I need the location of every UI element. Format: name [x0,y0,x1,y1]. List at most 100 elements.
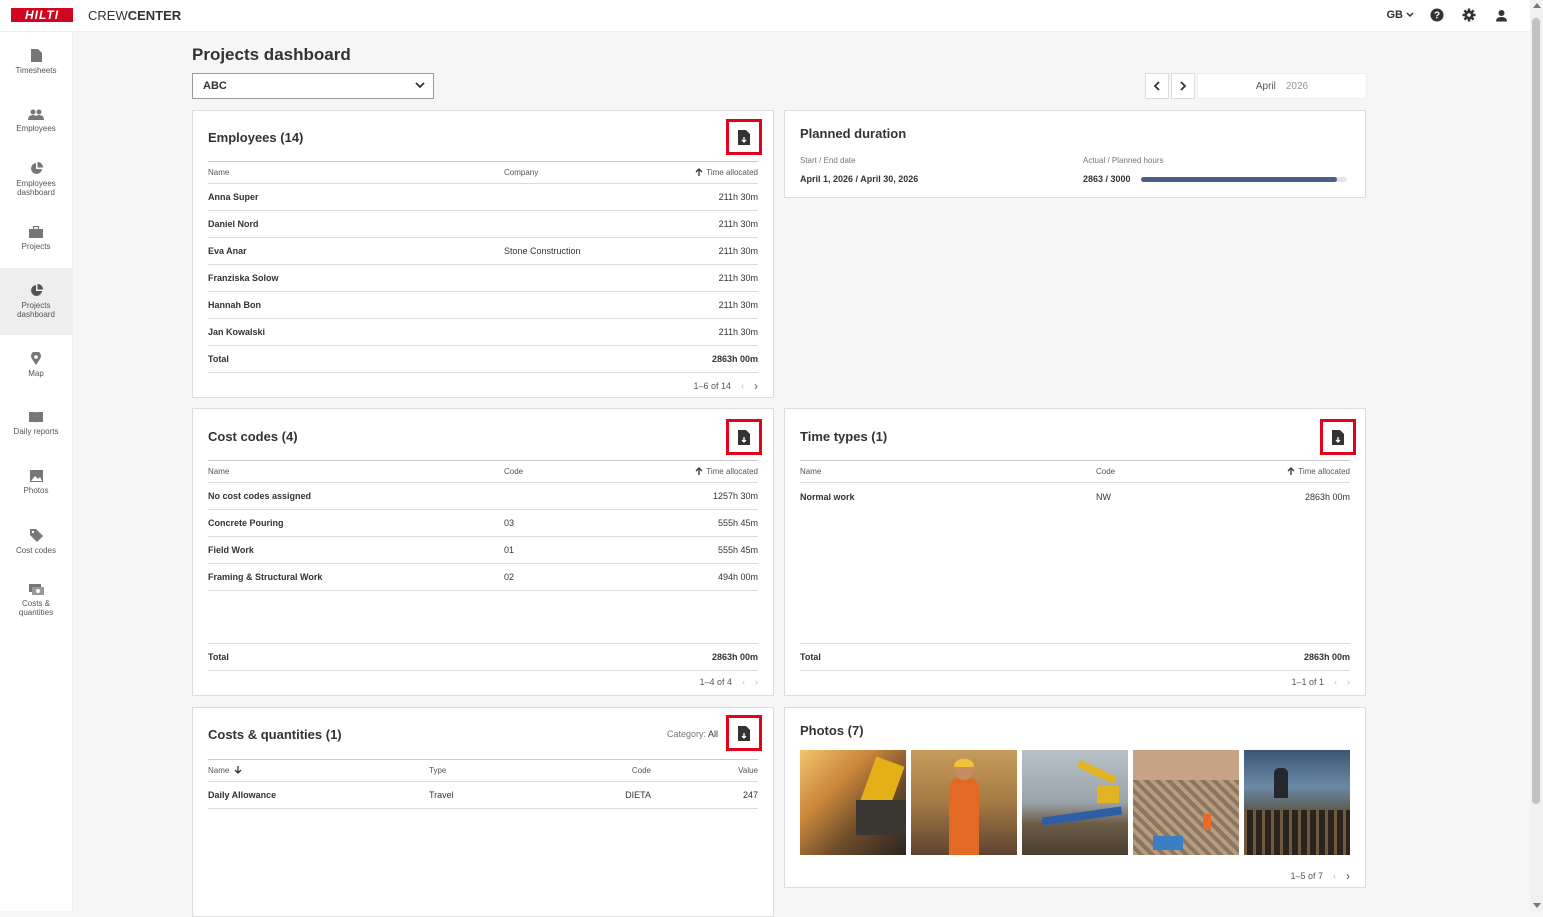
language-selector[interactable]: GB [1387,9,1415,21]
help-icon[interactable]: ? [1428,6,1446,24]
sidebar-item-projects[interactable]: Projects [0,209,72,268]
hilti-logo[interactable]: HILTI [11,8,73,22]
photo-rebar-site[interactable] [1133,750,1239,855]
cost-codes-title: Cost codes (4) [208,429,298,444]
total-row: Total 2863h 00m [800,644,1350,671]
file-download-icon [738,429,750,445]
table-row[interactable]: Daily Allowance Travel DIETA 247 [208,782,758,809]
total-row: Total 2863h 00m [208,644,758,671]
planned-duration-card: Planned duration Start / End date April … [784,110,1366,198]
sidebar-item-employees-dashboard[interactable]: Employees dashboard [0,150,72,209]
scrollbar[interactable] [1530,0,1543,911]
hours-progress-bar [1140,176,1347,182]
column-header-name[interactable]: Name [208,467,504,476]
previous-page-button[interactable]: ‹ [1333,871,1336,881]
export-button[interactable] [1320,419,1356,455]
photo-pipeline-excavator[interactable] [1022,750,1128,855]
previous-month-button[interactable] [1145,73,1169,99]
file-download-icon [738,725,750,741]
table-row[interactable]: Concrete Pouring 03 555h 45m [208,510,758,537]
project-select[interactable]: ABC [192,73,434,99]
column-header-time[interactable]: Time allocated [664,168,758,177]
export-button[interactable] [726,119,762,155]
export-button[interactable] [726,419,762,455]
next-month-button[interactable] [1171,73,1195,99]
table-row[interactable]: Field Work 01 555h 45m [208,537,758,564]
map-pin-icon [31,351,41,365]
sidebar: Timesheets Employees Employees dashboard… [0,32,73,911]
file-download-icon [738,129,750,145]
next-page-button[interactable]: › [755,677,758,687]
chevron-down-icon [415,82,425,89]
next-page-button[interactable]: › [1347,677,1350,687]
svg-text:?: ? [1434,11,1440,22]
pagination: 1–6 of 14 ‹ › [693,379,758,393]
column-header-code[interactable]: Code [504,467,664,476]
time-types-title: Time types (1) [800,429,888,444]
next-page-button[interactable]: › [1346,869,1350,883]
next-page-button[interactable]: › [754,379,758,393]
column-header-value[interactable]: Value [651,766,758,775]
scrollbar-thumb[interactable] [1532,18,1540,804]
pie-chart-icon [30,162,43,174]
pie-chart-icon [30,284,43,296]
category-filter[interactable]: Category: All [667,729,718,739]
column-header-name[interactable]: Name [208,168,504,177]
chevron-left-icon [1153,81,1160,91]
table-row[interactable]: Anna Super 211h 30m [208,184,758,211]
arrow-up-icon [695,467,703,475]
column-header-company[interactable]: Company [504,168,664,177]
column-header-code[interactable]: Code [589,766,651,775]
cost-codes-card: Cost codes (4) Name Code Time allocated … [192,408,774,696]
arrow-up-icon [695,168,703,176]
photo-gallery [800,750,1350,855]
date-range: April 1, 2026 / April 30, 2026 [800,174,919,184]
column-header-time[interactable]: Time allocated [664,467,758,476]
sidebar-item-daily-reports[interactable]: Daily reports [0,394,72,453]
hours-value: 2863 / 3000 [1083,174,1131,184]
sidebar-item-projects-dashboard[interactable]: Projects dashboard [0,268,72,335]
costs-table: Name Type Code Value Daily Allowance Trav… [208,759,758,809]
column-header-name[interactable]: Name [800,467,1096,476]
photo-construction-worker[interactable] [911,750,1017,855]
planned-duration-title: Planned duration [800,126,907,141]
table-row[interactable]: Franziska Solow 211h 30m [208,265,758,292]
table-row[interactable]: No cost codes assigned 1257h 30m [208,483,758,510]
pagination: 1–4 of 4 ‹ › [699,677,758,687]
tag-icon [29,528,43,542]
export-button[interactable] [726,715,762,751]
time-types-card: Time types (1) Name Code Time allocated … [784,408,1366,696]
user-icon[interactable] [1492,6,1510,24]
arrow-up-icon [1287,467,1295,475]
employees-card: Employees (14) Name Company Time allocat… [192,110,774,398]
column-header-code[interactable]: Code [1096,467,1256,476]
table-row[interactable]: Hannah Bon 211h 30m [208,292,758,319]
table-row[interactable]: Jan Kowalski 211h 30m [208,319,758,346]
column-header-name[interactable]: Name [208,766,429,775]
sidebar-item-timesheets[interactable]: Timesheets [0,32,72,91]
sidebar-item-photos[interactable]: Photos [0,453,72,512]
pagination: 1–5 of 7 ‹ › [1290,869,1350,883]
table-row[interactable]: Daniel Nord 211h 30m [208,211,758,238]
previous-page-button[interactable]: ‹ [741,381,744,391]
settings-gear-icon[interactable] [1460,6,1478,24]
table-row[interactable]: Framing & Structural Work 02 494h 00m [208,564,758,591]
previous-page-button[interactable]: ‹ [742,677,745,687]
photos-title: Photos (7) [800,723,864,738]
previous-page-button[interactable]: ‹ [1334,677,1337,687]
table-row[interactable]: Normal work NW 2863h 00m [800,483,1350,510]
chevron-right-icon [1180,81,1187,91]
table-row[interactable]: Eva Anar Stone Construction 211h 30m [208,238,758,265]
pagination: 1–1 of 1 ‹ › [1291,677,1350,687]
sidebar-item-cost-codes[interactable]: Cost codes [0,512,72,571]
sidebar-item-employees[interactable]: Employees [0,91,72,150]
people-icon [28,109,44,120]
sidebar-item-map[interactable]: Map [0,335,72,394]
app-name: CREWCENTER [88,8,182,23]
photo-excavator-dust[interactable] [800,750,906,855]
column-header-time[interactable]: Time allocated [1256,467,1350,476]
month-picker[interactable]: April 2026 [1197,73,1367,99]
sidebar-item-costs-quantities[interactable]: Costs & quantities [0,571,72,630]
photo-rebar-sunset[interactable] [1244,750,1350,855]
column-header-type[interactable]: Type [429,766,589,775]
